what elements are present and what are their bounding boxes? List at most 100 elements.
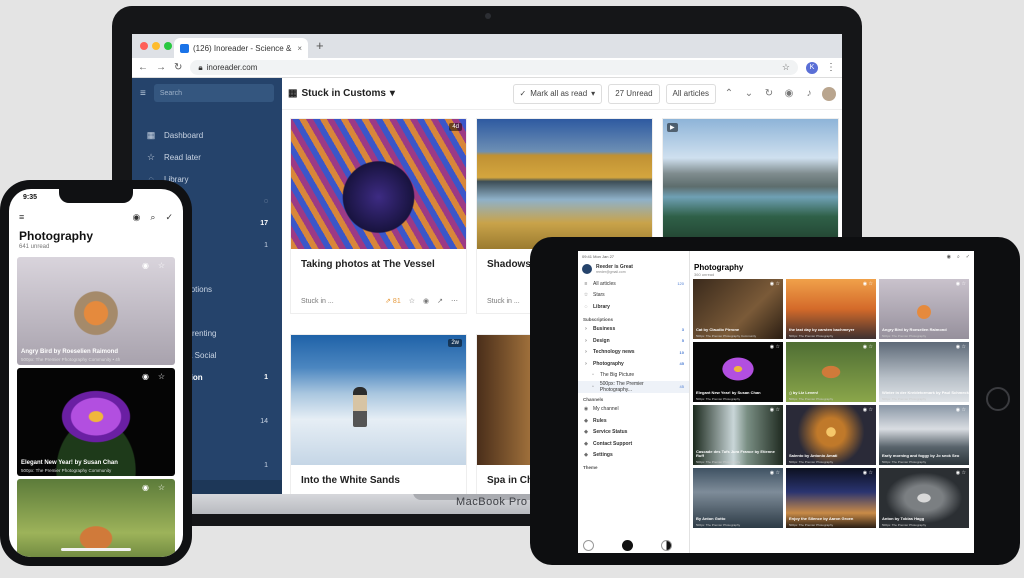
article-card[interactable]: 4d Taking photos at The Vessel Stuck in ..…	[290, 118, 467, 314]
tablet-nav-item[interactable]: ◈ Rules	[578, 415, 689, 427]
theme-dark-button[interactable]	[622, 540, 633, 551]
star-icon[interactable]: ◉ ☆	[770, 407, 780, 413]
phone-article-card[interactable]: ◉ ☆ Angry Bird by Roeselien Raimond 500px: …	[17, 257, 175, 365]
photo-tile[interactable]: ◉ ☆ ;) by Liz Leven! 500px: The Premier Ph…	[786, 342, 876, 402]
photo-tile[interactable]: ◉ ☆ Salento by Antonio Amati 500px: The Pr…	[786, 405, 876, 465]
star-icon[interactable]: ◉ ☆	[770, 470, 780, 476]
search-icon[interactable]: ⌕	[957, 254, 960, 260]
star-icon[interactable]: ☆	[158, 483, 165, 492]
phone-article-card[interactable]: ◉ ☆ Elegant New Year! by Susan Chan 500px: …	[17, 368, 175, 476]
tablet-user[interactable]: Reeder is Great reeder@gmail.com	[578, 262, 689, 278]
article-card[interactable]: 2w Into the White Sands	[290, 334, 467, 494]
tablet-nav-item[interactable]: › Photography 45	[578, 358, 689, 370]
browser-tab[interactable]: (126) Inoreader - Science & S... ×	[174, 38, 308, 58]
tablet-nav-item[interactable]: ◈ Settings	[578, 450, 689, 462]
unread-filter-button[interactable]: 27 Unread	[608, 83, 660, 104]
theme-auto-button[interactable]	[661, 540, 672, 551]
photo-tile[interactable]: ◉ ☆ Early morning and foggy by Jo seok Se…	[879, 405, 969, 465]
mark-read-icon[interactable]: ✓	[165, 212, 173, 223]
phone-article-card[interactable]: ◉ ☆	[17, 479, 175, 557]
tablet-nav-item[interactable]: ◈ Service Status	[578, 427, 689, 439]
tablet-nav-item[interactable]: ≡ All articles 120	[578, 278, 689, 290]
home-button[interactable]	[986, 387, 1010, 411]
search-input[interactable]: Search	[153, 84, 274, 102]
star-icon[interactable]: ◉ ☆	[863, 470, 873, 476]
star-icon[interactable]: ◉ ☆	[863, 281, 873, 287]
new-tab-button[interactable]: +	[316, 38, 324, 53]
tablet-nav-item[interactable]: › Business 3	[578, 324, 689, 336]
close-window-button[interactable]	[140, 42, 148, 50]
eye-icon[interactable]: ◉	[947, 254, 951, 260]
profile-avatar[interactable]: K	[806, 61, 818, 74]
article-image[interactable]: 2w	[291, 335, 466, 465]
broadcast-icon[interactable]: ◉	[142, 372, 149, 381]
more-icon[interactable]: ⋯	[451, 297, 458, 305]
tablet-nav-item[interactable]: ◌ Library	[578, 301, 689, 313]
photo-tile[interactable]: ◉ ☆ Anton by Tobias Hagg 500px: The Premie…	[879, 468, 969, 528]
view-icon[interactable]: ◉	[782, 88, 796, 99]
photo-tile[interactable]: ◉ ☆ Cascade des Tufs Jura France by Etien…	[693, 405, 783, 465]
photo-tile[interactable]: ◉ ☆ Elegant New Year! by Susan Chan 500px:…	[693, 342, 783, 402]
photo-tile[interactable]: ◉ ☆ Cat by Claudio Pirrone 500px: The Prem…	[693, 279, 783, 339]
photo-tile[interactable]: ◉ ☆ Angry Bird by Roeselien Raimond 500px:…	[879, 279, 969, 339]
photo-tile[interactable]: ◉ ☆ Winter in der Kreidetormark by Paul S…	[879, 342, 969, 402]
star-icon[interactable]: ◉ ☆	[770, 281, 780, 287]
broadcast-icon[interactable]: ◉	[142, 261, 149, 270]
photo-tile[interactable]: ◉ ☆ the last day by carsten bachmeyer 500p…	[786, 279, 876, 339]
tablet-nav-item[interactable]: ☆ Stars	[578, 290, 689, 302]
photo-tile[interactable]: ◉ ☆ Enjoy the Silence by Aaron Groen 500px…	[786, 468, 876, 528]
article-image[interactable]: ▶	[663, 119, 838, 249]
url-field[interactable]: 🔒︎ inoreader.com ☆	[190, 60, 798, 75]
tablet-nav-item[interactable]: ◉ My channel	[578, 404, 689, 416]
article-title[interactable]: Taking photos at The Vessel	[291, 249, 466, 270]
photo-tile[interactable]: ◉ ☆ By Anton Gotto 500px: The Premier Phot…	[693, 468, 783, 528]
article-image[interactable]	[477, 119, 652, 249]
tablet-nav-item[interactable]: › Design 5	[578, 335, 689, 347]
article-title[interactable]: Into the White Sands	[291, 465, 466, 486]
mark-read-icon[interactable]: ✓	[966, 254, 970, 260]
sidebar-item[interactable]: ▦ Dashboard	[132, 124, 282, 146]
refresh-icon[interactable]: ↻	[762, 88, 776, 99]
bell-icon[interactable]: ♪	[802, 88, 816, 99]
tablet-nav-item[interactable]: ▫ The Big Picture	[578, 370, 689, 382]
star-icon[interactable]: ☆	[158, 372, 165, 381]
broadcast-icon[interactable]: ◉	[142, 483, 149, 492]
forward-icon[interactable]: →	[156, 62, 166, 73]
star-icon[interactable]: ◉ ☆	[956, 407, 966, 413]
all-articles-button[interactable]: All articles	[665, 83, 716, 104]
star-icon[interactable]: ◉ ☆	[863, 407, 873, 413]
mark-all-read-button[interactable]: ✓ Mark all as read ▾	[512, 83, 603, 104]
tablet-nav-item[interactable]: › Technology news 10	[578, 347, 689, 359]
browser-menu-icon[interactable]: ⋮	[826, 62, 836, 73]
star-icon[interactable]: ◉ ☆	[863, 344, 873, 350]
broadcast-icon[interactable]: ◉	[423, 297, 429, 305]
article-source[interactable]: Stuck in ...	[487, 298, 520, 305]
star-icon[interactable]: ◉ ☆	[956, 470, 966, 476]
close-tab-icon[interactable]: ×	[297, 44, 302, 53]
avatar[interactable]	[822, 86, 836, 101]
minimize-window-button[interactable]	[152, 42, 160, 50]
open-external-icon[interactable]: ↗	[437, 297, 443, 305]
search-icon[interactable]: ⌕	[150, 212, 155, 223]
sidebar-item[interactable]: ☆ Read later	[132, 146, 282, 168]
article-image[interactable]: 4d	[291, 119, 466, 249]
menu-icon[interactable]: ≡	[140, 88, 146, 99]
reload-icon[interactable]: ↻	[174, 62, 182, 73]
menu-icon[interactable]: ≡	[19, 212, 24, 222]
theme-light-button[interactable]	[583, 540, 594, 551]
article-source[interactable]: Stuck in ...	[301, 298, 334, 305]
previous-icon[interactable]: ⌃	[722, 88, 736, 99]
next-icon[interactable]: ⌄	[742, 88, 756, 99]
bookmark-star-icon[interactable]: ☆	[782, 62, 790, 73]
star-icon[interactable]: ☆	[409, 297, 415, 305]
star-icon[interactable]: ◉ ☆	[770, 344, 780, 350]
star-icon[interactable]: ☆	[158, 261, 165, 270]
star-icon[interactable]: ◉ ☆	[956, 344, 966, 350]
eye-icon[interactable]: ◉	[133, 212, 141, 223]
tablet-nav-item[interactable]: ◈ Contact Support	[578, 438, 689, 450]
feed-title[interactable]: ▦ Stuck in Customs ▾	[288, 88, 395, 99]
star-icon[interactable]: ◉ ☆	[956, 281, 966, 287]
maximize-window-button[interactable]	[164, 42, 172, 50]
tablet-nav-item[interactable]: ▫ 500px: The Premier Photography... 45	[578, 381, 689, 393]
back-icon[interactable]: ←	[138, 62, 148, 73]
